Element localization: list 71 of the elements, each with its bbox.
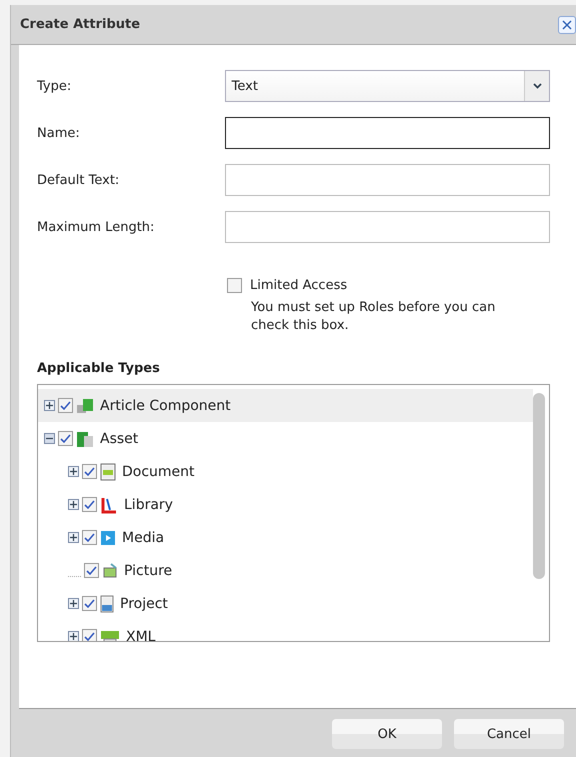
expand-toggle[interactable]: [68, 466, 79, 477]
checkbox[interactable]: [82, 530, 97, 545]
type-dropdown[interactable]: Text: [224, 70, 550, 102]
scrollbar-thumb[interactable]: [533, 393, 545, 579]
play-icon: [100, 530, 116, 546]
plus-icon: [46, 402, 53, 409]
checkmark-icon: [60, 434, 71, 444]
project-icon: [100, 594, 114, 612]
field-label: Maximum Length:: [37, 220, 156, 234]
tree-item[interactable]: Asset: [38, 422, 533, 455]
tree-item[interactable]: Picture: [38, 554, 533, 587]
field-label: Default Text:: [37, 172, 120, 188]
tree-item[interactable]: Media: [38, 521, 533, 554]
close-icon: [562, 20, 572, 30]
checkbox[interactable]: [82, 464, 97, 479]
books-icon: [100, 496, 118, 514]
checkmark-icon: [84, 632, 95, 641]
dialog-button[interactable]: Cancel: [454, 719, 564, 749]
expand-toggle[interactable]: [68, 598, 79, 609]
plus-icon: [70, 600, 77, 607]
checkmark-icon: [84, 532, 95, 542]
tree-item-label: Library: [124, 496, 173, 512]
collapse-toggle[interactable]: [44, 433, 55, 444]
plus-icon: [70, 468, 77, 475]
checkbox[interactable]: [58, 431, 73, 446]
tree-item-label: Picture: [124, 562, 172, 578]
expand-toggle[interactable]: [68, 499, 79, 510]
tree-item[interactable]: Document: [38, 455, 533, 488]
checkmark-icon: [84, 466, 95, 476]
input-field[interactable]: [224, 117, 550, 149]
checkbox[interactable]: [82, 629, 97, 641]
field-label: Type:: [37, 78, 72, 94]
plus-icon: [70, 534, 77, 541]
checkmark-icon: [60, 400, 71, 410]
document-icon: [100, 462, 116, 480]
plus-icon: [70, 501, 77, 508]
dialog-button[interactable]: OK: [332, 719, 442, 749]
checkbox[interactable]: [84, 563, 99, 578]
minus-icon: [46, 435, 53, 442]
field-label: Name:: [37, 126, 81, 140]
picture-icon: [102, 562, 118, 578]
tree-item-label: Media: [122, 530, 164, 546]
tree-item[interactable]: XML: [38, 620, 533, 641]
tree-item[interactable]: Library: [38, 488, 533, 521]
input-field[interactable]: [224, 164, 550, 196]
expand-toggle[interactable]: [68, 532, 79, 543]
chevron-down-icon: [532, 83, 542, 89]
cubes-icon: [76, 398, 94, 414]
checkbox[interactable]: [82, 596, 97, 611]
tree-item-label: Asset: [100, 430, 138, 446]
section-heading: Applicable Types: [37, 361, 161, 376]
expand-toggle[interactable]: [44, 400, 55, 411]
tree-item-label: Project: [120, 596, 168, 612]
tree-item-label: Article Component: [100, 398, 231, 414]
plus-icon: [70, 633, 77, 640]
checkbox[interactable]: [227, 278, 242, 293]
tree-item-label: XML: [126, 628, 156, 641]
tree-item[interactable]: Project: [38, 587, 533, 620]
checkbox-label: Limited Access: [250, 278, 348, 293]
help-text: You must set up Roles before you can check this box.: [251, 299, 496, 335]
window-title: Create Attribute: [20, 17, 140, 32]
input-field[interactable]: [224, 211, 550, 243]
checkmark-icon: [84, 598, 95, 608]
tree-item-label: Document: [122, 464, 195, 480]
tree-item[interactable]: Article Component: [38, 389, 533, 422]
checkmark-icon: [86, 566, 97, 576]
expand-toggle[interactable]: [68, 631, 79, 641]
close-button[interactable]: [558, 16, 576, 34]
checkbox[interactable]: [58, 398, 73, 413]
checkmark-icon: [84, 500, 95, 510]
checkbox[interactable]: [82, 497, 97, 512]
